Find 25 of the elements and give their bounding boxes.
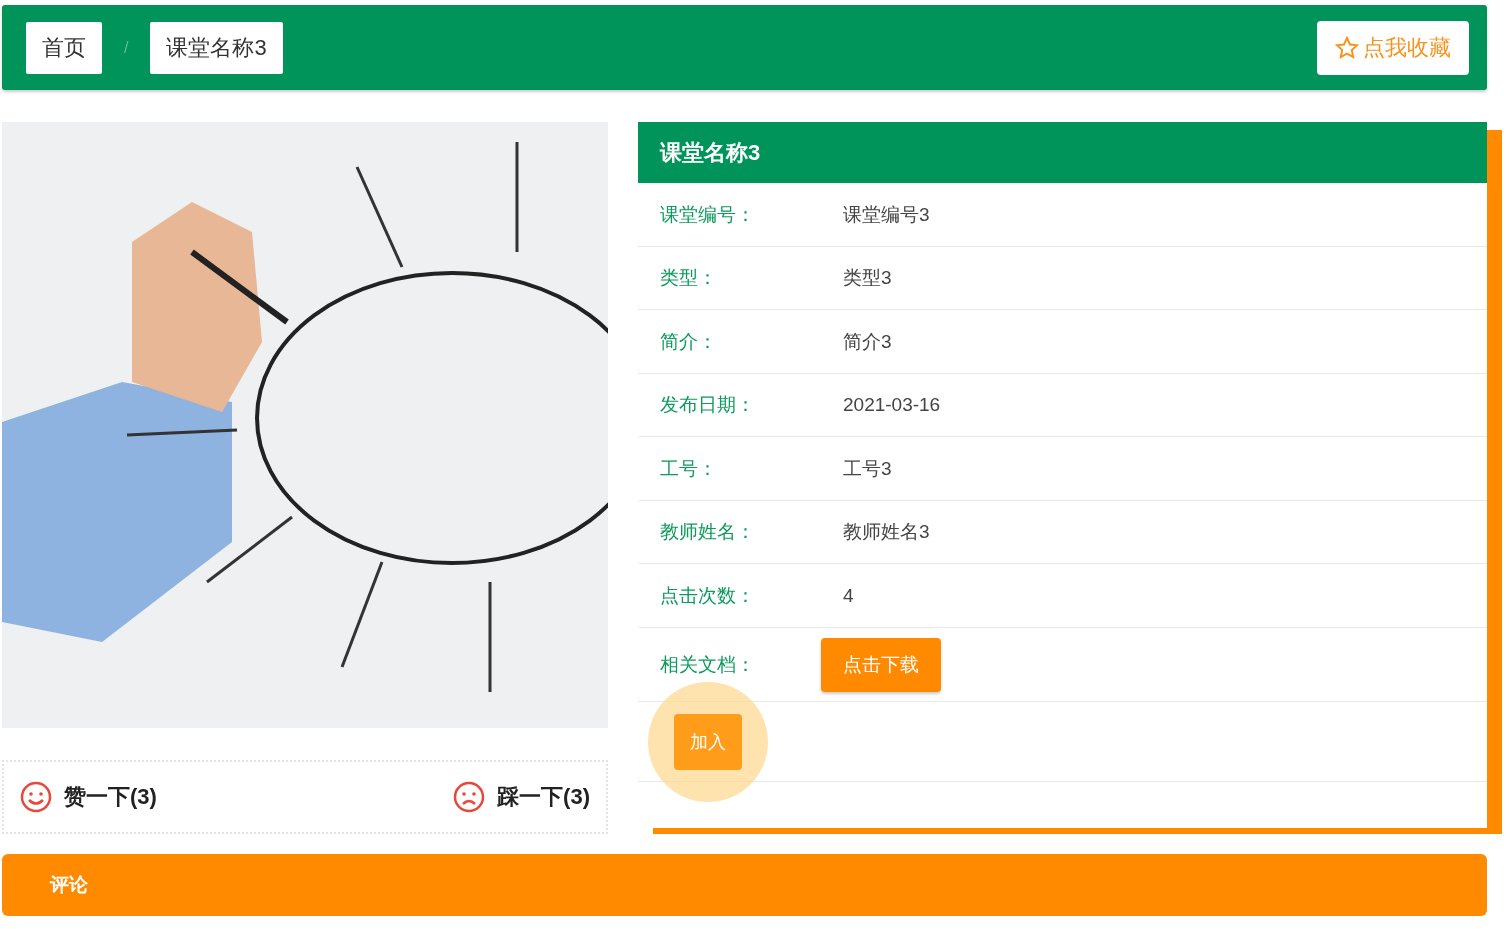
field-value: 4 [843, 584, 854, 607]
field-value: 2021-03-16 [843, 394, 941, 416]
field-label: 类型： [660, 266, 718, 290]
smile-icon [20, 781, 52, 813]
frown-icon [453, 781, 486, 813]
field-label: 工号： [660, 456, 718, 481]
dislike-link[interactable]: 踩一下(3) [453, 781, 590, 813]
star-icon [1335, 35, 1359, 60]
field-value: 教师姓名3 [843, 520, 930, 544]
breadcrumb-link[interactable]: 首页 [26, 21, 102, 74]
breadcrumb-link[interactable]: 课堂名称3 [150, 21, 283, 74]
field-value: 课堂编号3 [843, 202, 930, 227]
course-title: 课堂名称3 [638, 122, 1487, 183]
field-label: 相关文档： [660, 652, 756, 677]
field-label: 发布日期： [660, 393, 756, 417]
field-label: 简介： [660, 329, 718, 354]
like-link[interactable]: 赞一下(3) [20, 781, 157, 813]
field-label: 教师姓名： [660, 520, 756, 544]
field-label: 点击次数： [660, 583, 756, 608]
field-value: 简介3 [843, 329, 892, 354]
field-value: 类型3 [843, 266, 892, 290]
breadcrumb-separator: / [124, 38, 129, 57]
field-label: 课堂编号： [660, 202, 756, 227]
field-value: 工号3 [843, 456, 892, 481]
comments-title: 评论 [50, 873, 88, 897]
